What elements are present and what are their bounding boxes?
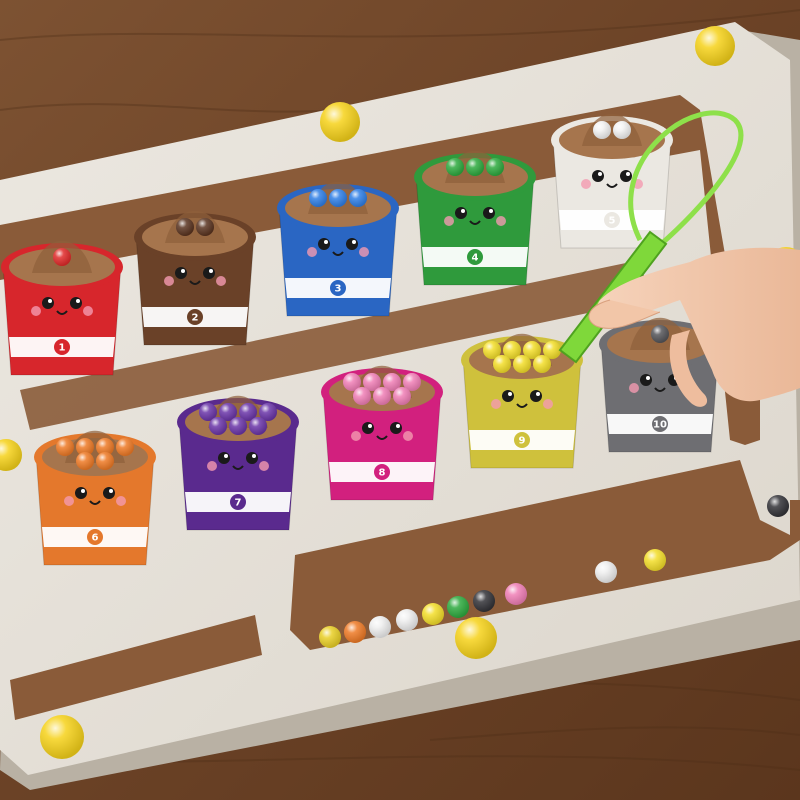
cup-eye bbox=[70, 297, 82, 309]
cup-cheek bbox=[444, 216, 454, 226]
cup-eye bbox=[203, 267, 215, 279]
cup-cheek bbox=[83, 306, 93, 316]
cup-cheek bbox=[259, 461, 269, 471]
cup-eye bbox=[362, 422, 374, 434]
cup-8: 8 bbox=[321, 365, 443, 501]
cup-number: 1 bbox=[59, 343, 66, 354]
cup-number: 6 bbox=[92, 533, 99, 544]
cup-eye bbox=[218, 452, 230, 464]
cup-1: 1 bbox=[1, 240, 123, 376]
cup-eye bbox=[530, 390, 542, 402]
cup-number: 8 bbox=[379, 468, 386, 479]
cup-cheek bbox=[359, 247, 369, 257]
cup-cheek bbox=[164, 276, 174, 286]
cup-cheek bbox=[491, 399, 501, 409]
cup-7: 7 bbox=[177, 395, 299, 531]
cup-6: 6 bbox=[34, 430, 156, 566]
cup-cheek bbox=[629, 383, 639, 393]
cup-eye bbox=[75, 487, 87, 499]
cup-eye bbox=[390, 422, 402, 434]
cup-cheek bbox=[496, 216, 506, 226]
cup-eye bbox=[483, 207, 495, 219]
cup-eye bbox=[592, 170, 604, 182]
cup-number: 3 bbox=[335, 284, 342, 295]
board-illustration: 1 2 3 4 5 6 7 8 9 10 bbox=[0, 0, 800, 800]
cup-eye bbox=[455, 207, 467, 219]
cup-cheek bbox=[116, 496, 126, 506]
cup-cheek bbox=[207, 461, 217, 471]
cup-cheek bbox=[351, 431, 361, 441]
cup-eye bbox=[103, 487, 115, 499]
cup-eye bbox=[640, 374, 652, 386]
cup-2: 2 bbox=[134, 210, 256, 346]
cup-3: 3 bbox=[277, 181, 399, 317]
cup-5: 5 bbox=[551, 113, 673, 249]
cup-eye bbox=[246, 452, 258, 464]
cup-cheek bbox=[307, 247, 317, 257]
cup-cheek bbox=[216, 276, 226, 286]
cup-cheek bbox=[403, 431, 413, 441]
cup-number: 9 bbox=[519, 436, 526, 447]
cup-cheek bbox=[581, 179, 591, 189]
cup-eye bbox=[620, 170, 632, 182]
cup-number: 10 bbox=[653, 420, 667, 431]
cup-number: 2 bbox=[192, 313, 199, 324]
cup-number: 4 bbox=[472, 253, 479, 264]
photo-scene: 1 2 3 4 5 6 7 8 9 10 bbox=[0, 0, 800, 800]
cup-cheek bbox=[543, 399, 553, 409]
cup-cheek bbox=[31, 306, 41, 316]
cup-eye bbox=[42, 297, 54, 309]
cup-number: 7 bbox=[235, 498, 242, 509]
cup-eye bbox=[175, 267, 187, 279]
cup-eye bbox=[346, 238, 358, 250]
cup-4: 4 bbox=[414, 150, 536, 286]
cup-eye bbox=[502, 390, 514, 402]
cup-cheek bbox=[64, 496, 74, 506]
cup-number: 5 bbox=[609, 216, 616, 227]
cup-eye bbox=[318, 238, 330, 250]
